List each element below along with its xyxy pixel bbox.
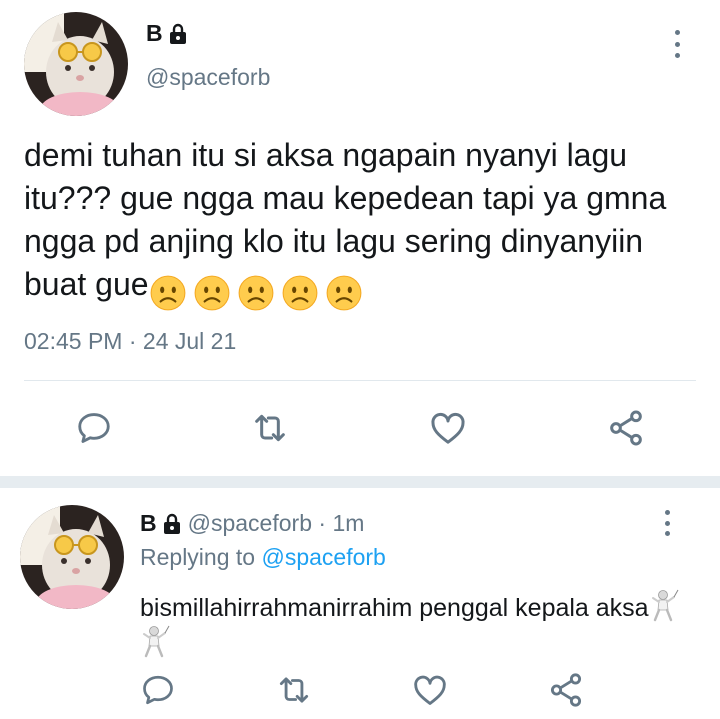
reply-more-options-icon[interactable] — [660, 510, 674, 536]
reply-body: bismillahirrahmanirrahim penggal kepala … — [140, 594, 649, 622]
reply-tweet-text: bismillahirrahmanirrahim penggal kepala … — [140, 588, 700, 660]
reply-handle[interactable]: @spaceforb — [188, 510, 312, 536]
reply-age: 1m — [332, 510, 365, 536]
replying-to-link[interactable]: @spaceforb — [261, 544, 385, 570]
reply-display-name[interactable]: B — [140, 510, 157, 537]
retweet-icon — [255, 414, 285, 442]
lock-icon — [169, 23, 186, 44]
slightly-frowning-face-emoji-4 — [282, 275, 317, 310]
slightly-frowning-face-emoji-3 — [238, 275, 273, 310]
tweet-timestamp[interactable]: 02:45 PM · 24 Jul 21 — [24, 328, 236, 355]
reply-button[interactable] — [72, 406, 116, 450]
reply-retweet-button[interactable] — [272, 670, 316, 710]
display-name[interactable]: B — [146, 20, 163, 47]
emoji-row — [149, 269, 369, 312]
avatar[interactable] — [24, 12, 128, 116]
tweet-text: demi tuhan itu si aksa ngapain nyanyi la… — [24, 134, 704, 312]
reply-icon — [78, 413, 110, 443]
more-options-icon[interactable] — [670, 30, 684, 58]
like-button[interactable] — [426, 406, 470, 450]
reply-share-button[interactable] — [544, 670, 588, 710]
retweet-button[interactable] — [248, 406, 292, 450]
reply-like-button[interactable] — [408, 670, 452, 710]
author-handle[interactable]: @spaceforb — [146, 64, 270, 91]
share-icon — [550, 673, 582, 707]
heart-icon — [431, 412, 465, 444]
slightly-frowning-face-emoji-2 — [194, 275, 229, 310]
share-button[interactable] — [604, 406, 648, 450]
share-icon — [610, 410, 642, 446]
person-fencing-emoji-1 — [651, 589, 679, 622]
divider — [24, 380, 696, 381]
tweet-time: 02:45 PM — [24, 328, 123, 354]
timeline-separator — [0, 476, 720, 488]
reply-reply-button[interactable] — [136, 670, 180, 710]
age-separator: · — [311, 510, 333, 536]
reply-icon — [143, 675, 173, 705]
slightly-frowning-face-emoji-1 — [150, 275, 185, 310]
reply-avatar[interactable] — [20, 505, 124, 609]
lock-icon — [163, 513, 180, 534]
reply-meta: @spaceforb · 1m — [188, 510, 365, 537]
replying-prefix: Replying to — [140, 544, 262, 570]
retweet-icon — [279, 677, 309, 703]
reply-author-row: B @spaceforb · 1m — [140, 510, 364, 537]
slightly-frowning-face-emoji-5 — [326, 275, 361, 310]
timestamp-separator: · — [122, 328, 143, 354]
author-name-row: B — [146, 20, 188, 47]
replying-to: Replying to @spaceforb — [140, 544, 386, 571]
heart-icon — [414, 675, 446, 705]
main-tweet: B @spaceforb demi tuhan itu si aksa ngap… — [0, 0, 720, 470]
tweet-date: 24 Jul 21 — [142, 328, 237, 354]
person-fencing-emoji-2 — [143, 625, 170, 658]
